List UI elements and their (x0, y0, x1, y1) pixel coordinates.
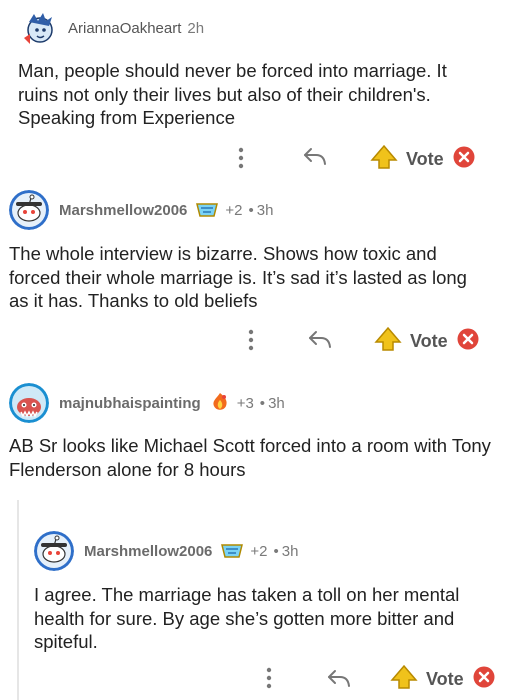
more-options-icon[interactable] (233, 146, 249, 175)
separator: • (273, 542, 279, 560)
upvote-icon[interactable] (374, 326, 402, 357)
comment-header: Marshmellow2006 +2 • 3h (9, 190, 273, 230)
separator: • (259, 394, 266, 412)
username[interactable]: Marshmellow2006 (84, 543, 212, 560)
score: +2 (250, 542, 268, 560)
comment-text: AB Sr looks like Michael Scott forced in… (9, 435, 491, 480)
more-options-icon[interactable] (261, 666, 277, 695)
award-icon[interactable] (209, 392, 231, 414)
comment-header: AriannaOakheart 2h (18, 8, 204, 48)
comment-text: I agree. The marriage has taken a toll o… (34, 584, 460, 652)
avatar[interactable] (9, 190, 49, 230)
comment-text: The whole interview is bizarre. Shows ho… (9, 243, 467, 311)
score: +3 (236, 394, 254, 412)
comment-header: majnubhaispainting +3 • 3h (9, 383, 285, 423)
avatar[interactable] (18, 8, 58, 48)
username[interactable]: AriannaOakheart (68, 20, 181, 37)
upvote-icon[interactable] (390, 664, 418, 695)
downvote-icon[interactable] (452, 145, 476, 174)
avatar[interactable] (9, 383, 49, 423)
vote-label: Vote (426, 669, 464, 689)
reply-icon[interactable] (302, 146, 328, 173)
award-icon[interactable] (220, 541, 244, 561)
score: +2 (225, 201, 243, 219)
timestamp: 3h (268, 394, 285, 412)
timestamp: 3h (281, 542, 299, 560)
award-icon[interactable] (195, 200, 219, 220)
thread-line[interactable] (17, 500, 19, 700)
username[interactable]: majnubhaispainting (59, 395, 201, 412)
vote-control: Vote (370, 144, 476, 175)
more-options-icon[interactable] (243, 328, 259, 357)
vote-label: Vote (410, 331, 448, 351)
reply-icon[interactable] (307, 329, 333, 356)
downvote-icon[interactable] (472, 665, 496, 694)
separator: • (248, 201, 254, 219)
reply-icon[interactable] (326, 668, 352, 695)
vote-control: Vote (374, 326, 480, 357)
upvote-icon[interactable] (370, 144, 398, 175)
username[interactable]: Marshmellow2006 (59, 202, 187, 219)
vote-control: Vote (390, 664, 496, 695)
timestamp: 2h (187, 19, 205, 37)
avatar[interactable] (34, 531, 74, 571)
timestamp: 3h (256, 201, 274, 219)
vote-label: Vote (406, 149, 444, 169)
downvote-icon[interactable] (456, 327, 480, 356)
comment-header: Marshmellow2006 +2 • 3h (34, 531, 298, 571)
comment-text: Man, people should never be forced into … (18, 60, 447, 128)
